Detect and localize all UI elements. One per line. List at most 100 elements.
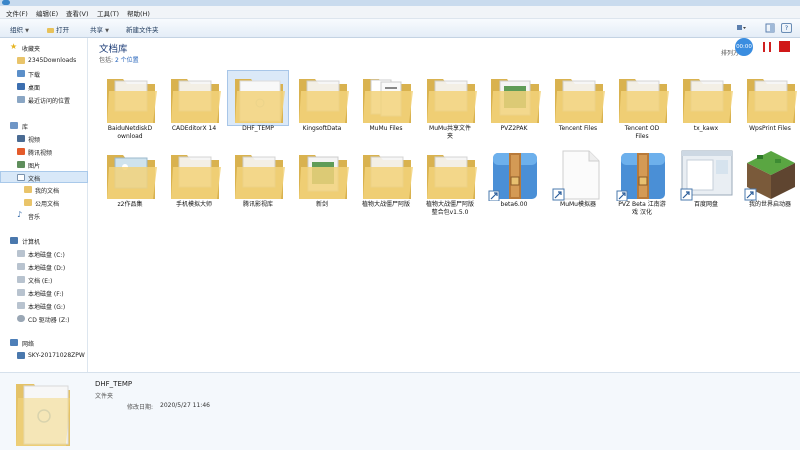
folder-icon bbox=[24, 186, 32, 193]
nav-item-my-documents[interactable]: 我的文档 bbox=[0, 184, 88, 196]
nav-item-2345downloads[interactable]: 2345Downloads bbox=[0, 55, 88, 67]
details-name: DHF_TEMP bbox=[95, 380, 133, 388]
menu-edit[interactable]: 编辑(E) bbox=[36, 8, 58, 18]
nav-item-desktop[interactable]: 桌面 bbox=[0, 81, 88, 93]
details-modified-label: 修改日期: bbox=[127, 404, 154, 411]
file-item[interactable]: MuMu Files bbox=[355, 70, 417, 142]
nav-item-tencent-video[interactable]: 腾讯视频 bbox=[0, 146, 88, 158]
folder-icon bbox=[739, 70, 800, 126]
file-item[interactable]: 腾讯影视库 bbox=[227, 146, 289, 218]
file-item[interactable]: beta6.00 bbox=[483, 146, 545, 218]
library-subtitle: 包括: 2 个位置 bbox=[99, 55, 139, 64]
file-item[interactable]: 百度网盘 bbox=[675, 146, 737, 218]
nav-item-pictures[interactable]: 图片 bbox=[0, 159, 88, 171]
details-type: 文件夹 bbox=[95, 393, 114, 400]
recorder-timer[interactable]: 00:00 bbox=[735, 38, 753, 56]
desktop-icon bbox=[17, 83, 25, 90]
menu-help[interactable]: 帮助(H) bbox=[127, 8, 150, 18]
file-item[interactable]: MuMu共享文件夹 bbox=[419, 70, 481, 142]
open-button[interactable]: 打开 bbox=[47, 24, 69, 34]
folder-icon bbox=[17, 57, 25, 64]
menu-file[interactable]: 文件(F) bbox=[6, 8, 28, 18]
nav-item-label: 桌面 bbox=[28, 85, 41, 92]
file-item[interactable]: Tencent OD Files bbox=[611, 70, 673, 142]
file-item[interactable]: BaiduNetdiskD ownload bbox=[99, 70, 161, 142]
file-item[interactable]: CADEditorX 14 bbox=[163, 70, 225, 142]
folder-icon bbox=[611, 70, 673, 126]
drive-icon bbox=[17, 302, 25, 309]
folder-white-doc-icon bbox=[14, 376, 72, 450]
nav-network[interactable]: 网络 bbox=[0, 337, 88, 349]
file-item-label: 植物大战僵尸阿版 整合包v1.5.0 bbox=[425, 201, 474, 216]
computer-icon bbox=[17, 352, 25, 359]
nav-item-network-pc[interactable]: SKY-20171028ZPW bbox=[0, 350, 88, 362]
file-item[interactable]: PVZ2PAK bbox=[483, 70, 545, 142]
organize-button[interactable]: 组织 ▼ bbox=[10, 24, 29, 34]
pause-icon[interactable] bbox=[763, 42, 771, 52]
nav-libraries-label: 库 bbox=[22, 124, 29, 131]
share-button[interactable]: 共享 ▼ bbox=[90, 24, 109, 34]
computer-icon bbox=[10, 237, 18, 244]
file-item-label: 新剑 bbox=[315, 201, 328, 208]
nav-item-drive-c[interactable]: 本地磁盘 (C:) bbox=[0, 248, 88, 260]
folder-icon bbox=[355, 146, 417, 202]
file-item-label: CADEditorX 14 bbox=[171, 125, 217, 132]
nav-item-downloads[interactable]: 下载 bbox=[0, 68, 88, 80]
nav-item-music[interactable]: ♪ 音乐 bbox=[0, 210, 88, 222]
view-options-icon[interactable] bbox=[736, 23, 747, 33]
nav-item-label: 2345Downloads bbox=[28, 57, 77, 64]
file-item-label: MuMu Files bbox=[369, 125, 403, 132]
nav-favorites[interactable]: ★ 收藏夹 bbox=[0, 42, 88, 54]
nav-item-drive-d[interactable]: 本地磁盘 (D:) bbox=[0, 261, 88, 273]
new-folder-button[interactable]: 新建文件夹 bbox=[126, 24, 159, 34]
folder-icon bbox=[24, 199, 32, 206]
file-item[interactable]: z2作品集 bbox=[99, 146, 161, 218]
nav-item-videos[interactable]: 视频 bbox=[0, 133, 88, 145]
library-locations-link[interactable]: 2 个位置 bbox=[115, 57, 139, 64]
drive-icon bbox=[17, 289, 25, 296]
file-item[interactable]: 植物大战僵尸阿版 整合包v1.5.0 bbox=[419, 146, 481, 218]
archive-icon bbox=[483, 146, 545, 202]
folder-icon bbox=[99, 70, 161, 126]
library-icon bbox=[10, 122, 18, 129]
file-item[interactable]: 新剑 bbox=[291, 146, 353, 218]
nav-item-label: 图片 bbox=[28, 163, 41, 170]
file-item[interactable]: Tencent Files bbox=[547, 70, 609, 142]
file-item[interactable]: tx_kawx bbox=[675, 70, 737, 142]
nav-libraries[interactable]: 库 bbox=[0, 120, 88, 132]
nav-item-recent[interactable]: 最近访问的位置 bbox=[0, 94, 88, 106]
file-item[interactable]: WpsPrint Files bbox=[739, 70, 800, 142]
nav-item-label: 本地磁盘 (F:) bbox=[28, 291, 64, 298]
command-bar: 组织 ▼ 打开 共享 ▼ 新建文件夹 ? bbox=[0, 19, 800, 38]
file-list-pane: 文档库 包括: 2 个位置 排列方 BaiduNetdiskD ownload CA… bbox=[89, 38, 800, 372]
nav-computer-label: 计算机 bbox=[22, 239, 41, 246]
nav-item-public-documents[interactable]: 公用文档 bbox=[0, 197, 88, 209]
file-item[interactable]: 手机模拟大师 bbox=[163, 146, 225, 218]
nav-computer[interactable]: 计算机 bbox=[0, 235, 88, 247]
file-item[interactable]: 植物大战僵尸阿版 bbox=[355, 146, 417, 218]
preview-pane-icon[interactable] bbox=[765, 23, 776, 33]
explorer-icon bbox=[2, 0, 10, 5]
nav-item-drive-z[interactable]: CD 驱动器 (Z:) bbox=[0, 313, 88, 325]
nav-item-drive-f[interactable]: 本地磁盘 (F:) bbox=[0, 287, 88, 299]
menu-view[interactable]: 查看(V) bbox=[66, 8, 89, 18]
help-icon[interactable]: ? bbox=[781, 23, 792, 33]
folder-icon bbox=[227, 146, 289, 202]
menu-tools[interactable]: 工具(T) bbox=[97, 8, 119, 18]
file-item[interactable]: KingsoftData bbox=[291, 70, 353, 142]
file-item-label: z2作品集 bbox=[117, 201, 143, 208]
file-item-label: MuMu模拟器 bbox=[560, 201, 596, 208]
nav-item-drive-e[interactable]: 文档 (E:) bbox=[0, 274, 88, 286]
nav-network-label: 网络 bbox=[22, 341, 35, 348]
file-item[interactable]: MuMu模拟器 bbox=[547, 146, 609, 218]
stop-icon[interactable] bbox=[779, 41, 790, 52]
video-library-icon bbox=[17, 135, 25, 142]
nav-item-documents[interactable]: 文档 bbox=[0, 171, 88, 183]
file-item[interactable]: PVZ Beta 江南游戏 汉化 bbox=[611, 146, 673, 218]
nav-item-drive-g[interactable]: 本地磁盘 (G:) bbox=[0, 300, 88, 312]
file-item-label: tx_kawx bbox=[693, 125, 719, 132]
file-item[interactable]: DHF_TEMP bbox=[227, 70, 289, 142]
details-pane: DHF_TEMP 文件夹 修改日期: 2020/5/27 11:46 bbox=[0, 372, 800, 450]
file-item[interactable]: 我的世界启动器 bbox=[739, 146, 800, 218]
blank-shortcut-icon bbox=[547, 146, 609, 202]
